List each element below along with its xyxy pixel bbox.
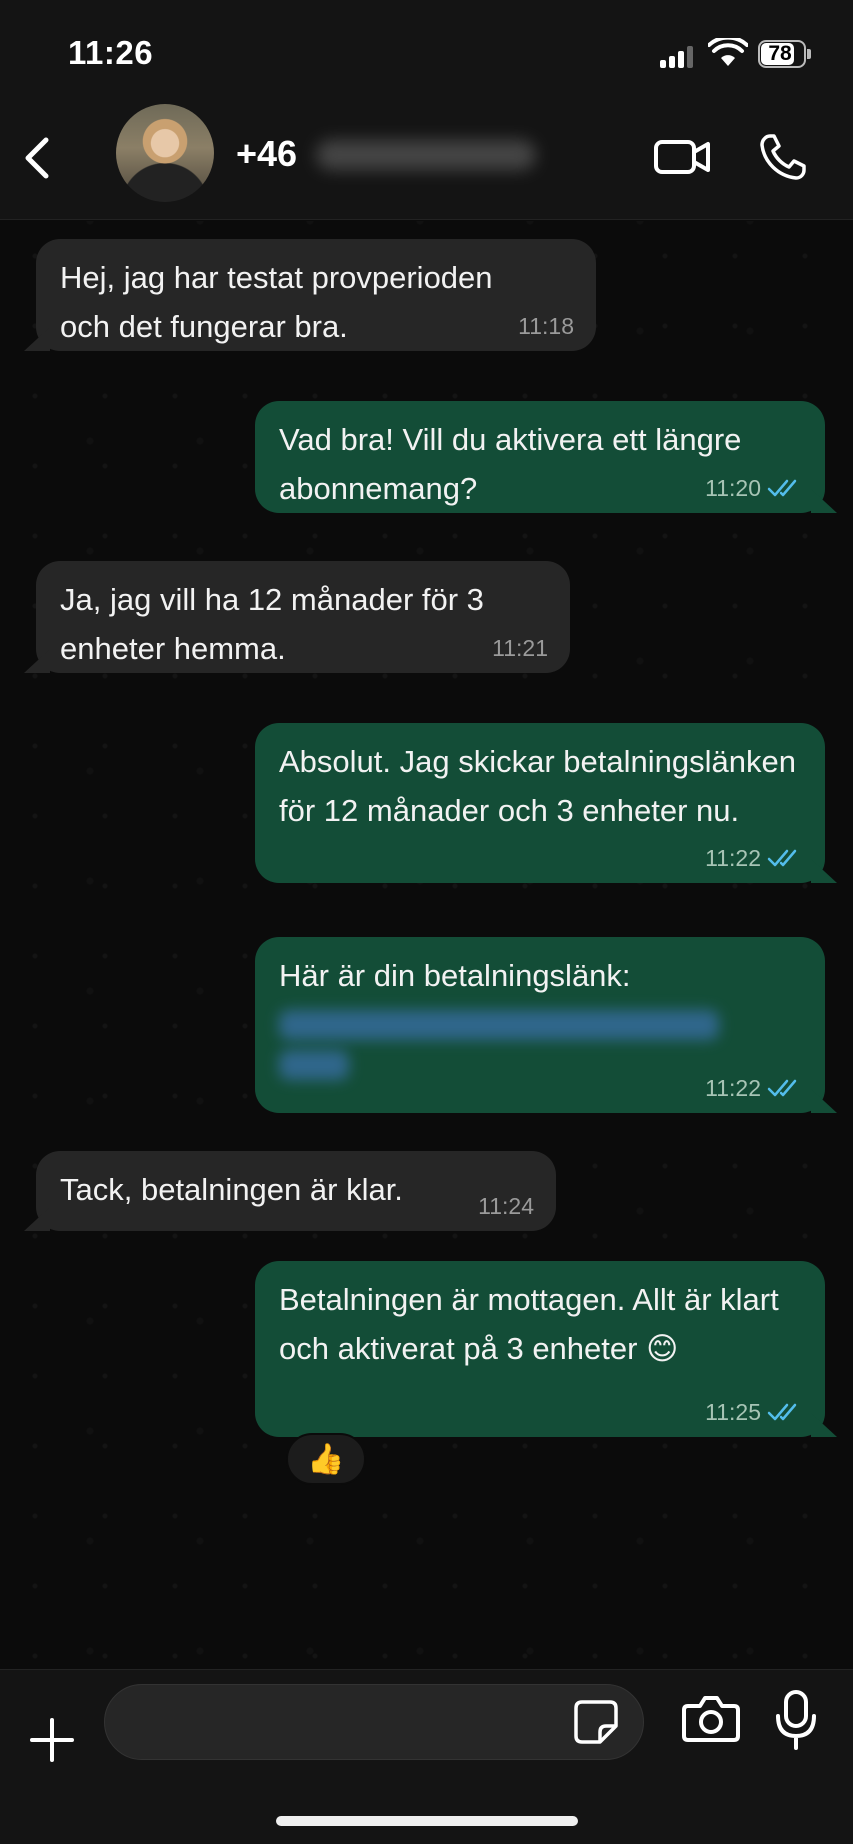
microphone-icon[interactable] [772, 1688, 820, 1752]
contact-name[interactable]: +46 [236, 133, 297, 175]
message-time: 11:22 [705, 845, 803, 871]
status-time: 11:26 [68, 34, 154, 71]
contact-avatar[interactable] [116, 104, 214, 202]
phone-call-icon[interactable] [756, 130, 810, 184]
message-text: Absolut. Jag skickar betalningslänken fö… [279, 744, 796, 828]
message-time: 11:24 [478, 1193, 534, 1219]
message-input[interactable] [104, 1684, 644, 1760]
cellular-signal-icon [660, 44, 696, 68]
message-text: Ja, jag vill ha 12 månader för 3 enheter… [60, 582, 484, 666]
home-indicator [276, 1816, 578, 1826]
chat-header: +46 [0, 100, 853, 220]
payment-link-blurred[interactable] [279, 1010, 719, 1040]
payment-link-blurred-line2[interactable] [279, 1050, 349, 1080]
read-receipt-icon [767, 1403, 797, 1421]
message-text: Betalningen är mottagen. Allt är klart o… [279, 1282, 779, 1366]
read-receipt-icon [767, 479, 797, 497]
message-time: 11:20 [705, 475, 803, 501]
message-text: Här är din betalningslänk: [279, 958, 631, 993]
read-receipt-icon [767, 849, 797, 867]
plus-icon[interactable] [24, 1712, 80, 1768]
message-list[interactable]: Hej, jag har testat provperioden och det… [0, 221, 853, 1669]
message-incoming[interactable]: Ja, jag vill ha 12 månader för 3 enheter… [36, 561, 570, 673]
message-time: 11:18 [518, 313, 574, 339]
read-receipt-icon [767, 1079, 797, 1097]
message-outgoing[interactable]: Vad bra! Vill du aktivera ett längre abo… [255, 401, 825, 513]
battery-level: 78 [768, 42, 792, 65]
battery-icon: 78 [758, 40, 811, 68]
message-time: 11:21 [492, 635, 548, 661]
wifi-icon [708, 38, 748, 66]
camera-icon[interactable] [680, 1690, 742, 1748]
message-incoming[interactable]: Tack, betalningen är klar. 11:24 [36, 1151, 556, 1231]
message-time: 11:22 [705, 1075, 803, 1101]
contact-number-blurred [316, 140, 536, 170]
message-outgoing[interactable]: Absolut. Jag skickar betalningslänken fö… [255, 723, 825, 883]
message-incoming[interactable]: Hej, jag har testat provperioden och det… [36, 239, 596, 351]
sticker-icon[interactable] [572, 1698, 620, 1746]
composer-bar [0, 1669, 853, 1844]
message-time: 11:25 [705, 1399, 803, 1425]
video-call-icon[interactable] [652, 130, 712, 184]
back-chevron-icon[interactable] [14, 130, 64, 186]
thumbs-up-reaction[interactable]: 👍 [286, 1433, 366, 1485]
message-outgoing[interactable]: Här är din betalningslänk: 11:22 [255, 937, 825, 1113]
message-text: Tack, betalningen är klar. [60, 1172, 403, 1207]
status-bar: 11:26 78 [0, 0, 853, 100]
message-text: Hej, jag har testat provperioden och det… [60, 260, 493, 344]
message-outgoing[interactable]: Betalningen är mottagen. Allt är klart o… [255, 1261, 825, 1437]
